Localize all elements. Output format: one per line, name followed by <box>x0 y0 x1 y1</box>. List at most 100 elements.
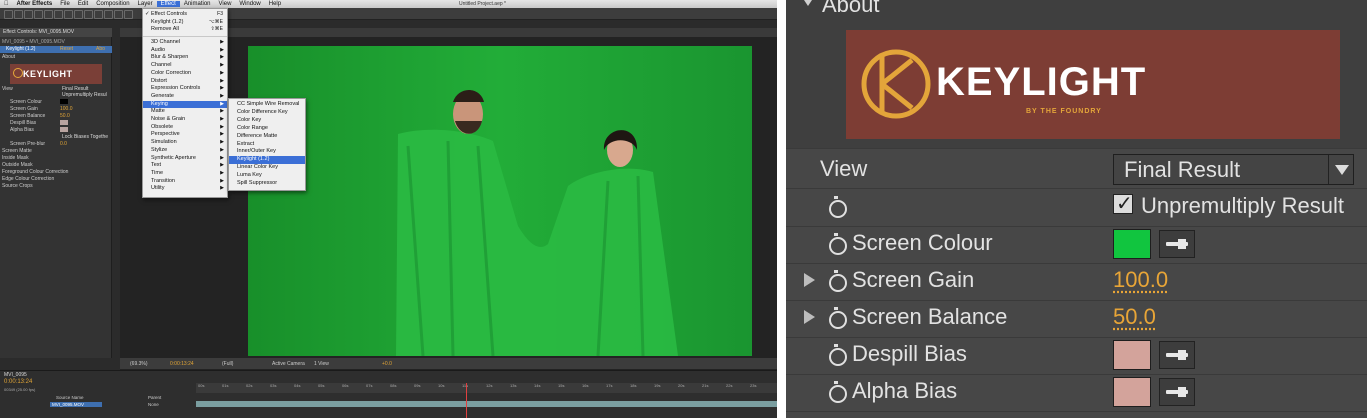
alpha-bias-swatch[interactable] <box>1113 377 1151 407</box>
exposure-value[interactable]: +0.0 <box>382 361 392 367</box>
menu-effect[interactable]: Effect <box>156 1 180 7</box>
magnification-dropdown[interactable]: (69.3%) <box>130 361 148 367</box>
selection-tool-icon[interactable] <box>4 10 13 19</box>
submenu-item-inner-outer-key[interactable]: Inner/Outer Key <box>229 148 305 156</box>
stopwatch-icon[interactable] <box>829 381 847 403</box>
menu-item-noise-grain[interactable]: Noise & Grain ▶ <box>143 116 227 124</box>
text-tool-icon[interactable] <box>74 10 83 19</box>
submenu-item-cc-simple-wire-removal[interactable]: CC Simple Wire Removal <box>229 101 305 109</box>
submenu-item-keylight[interactable]: Keylight (1.2) <box>229 156 305 164</box>
menu-item-color-correction[interactable]: Color Correction ▶ <box>143 70 227 78</box>
green-screen-footage[interactable] <box>248 46 752 356</box>
submenu-item-linear-color-key[interactable]: Linear Color Key <box>229 164 305 172</box>
submenu-item-color-difference-key[interactable]: Color Difference Key <box>229 109 305 117</box>
menu-app-name[interactable]: After Effects <box>13 1 57 7</box>
twirl-right-icon[interactable] <box>804 273 815 287</box>
view-dropdown[interactable]: Final Result <box>1113 154 1354 185</box>
timeline-timecode[interactable]: 0:00:13:24 <box>4 379 32 385</box>
eyedropper-icon[interactable] <box>1159 378 1195 406</box>
ec-screen-colour-swatch[interactable] <box>60 99 68 104</box>
camera-dropdown[interactable]: Active Camera <box>272 361 305 367</box>
screen-colour-swatch[interactable] <box>1113 229 1151 259</box>
clone-tool-icon[interactable] <box>94 10 103 19</box>
submenu-item-color-key[interactable]: Color Key <box>229 117 305 125</box>
ec-source-crops-group[interactable]: Source Crops <box>2 183 33 189</box>
hand-tool-icon[interactable] <box>14 10 23 19</box>
ec-despill-bias-swatch[interactable] <box>60 120 68 125</box>
menu-item-transition[interactable]: Transition ▶ <box>143 178 227 186</box>
resolution-dropdown[interactable]: (Full) <box>222 361 233 367</box>
menu-animation[interactable]: Animation <box>180 1 215 7</box>
menu-item-stylize[interactable]: Stylize ▶ <box>143 147 227 155</box>
menu-item-simulation[interactable]: Simulation ▶ <box>143 139 227 147</box>
menu-item-blur-sharpen[interactable]: Blur & Sharpen ▶ <box>143 54 227 62</box>
menu-item-matte[interactable]: Matte ▶ <box>143 108 227 116</box>
layer-name[interactable]: MVI_0095.MOV <box>50 402 102 407</box>
ec-screen-gain-value[interactable]: 100.0 <box>60 106 73 112</box>
menu-item-obsolete[interactable]: Obsolete ▶ <box>143 124 227 132</box>
unpremultiply-checkbox[interactable]: ✓ <box>1113 193 1133 215</box>
submenu-item-luma-key[interactable]: Luma Key <box>229 172 305 180</box>
brush-tool-icon[interactable] <box>84 10 93 19</box>
rotate-tool-icon[interactable] <box>34 10 43 19</box>
ec-edge-colour-correction-group[interactable]: Edge Colour Correction <box>2 176 54 182</box>
roto-tool-icon[interactable] <box>114 10 123 19</box>
submenu-item-color-range[interactable]: Color Range <box>229 125 305 133</box>
puppet-tool-icon[interactable] <box>124 10 133 19</box>
eraser-tool-icon[interactable] <box>104 10 113 19</box>
source-name-header[interactable]: Source Name <box>56 395 84 400</box>
viewer-timecode[interactable]: 0:00:13:24 <box>170 361 194 367</box>
screen-gain-value[interactable]: 100.0 <box>1113 267 1168 293</box>
ec-screen-balance-value[interactable]: 50.0 <box>60 113 70 119</box>
menu-item-synthetic-aperture[interactable]: Synthetic Aperture ▶ <box>143 155 227 163</box>
ec-alpha-bias-swatch[interactable] <box>60 127 68 132</box>
ec-outside-mask-group[interactable]: Outside Mask <box>2 162 33 168</box>
menu-window[interactable]: Window <box>235 1 264 7</box>
about-link[interactable]: Abo <box>96 46 105 53</box>
layer-parent-dropdown[interactable]: None <box>148 402 159 407</box>
effect-header-row[interactable]: Keylight (1.2) Reset Abo <box>0 46 112 53</box>
eyedropper-icon[interactable] <box>1159 341 1195 369</box>
about-twirl-down-icon[interactable] <box>800 0 816 6</box>
ec-unpremultiply-checkbox[interactable]: Unpremultiply Resul <box>62 92 107 98</box>
menu-item-perspective[interactable]: Perspective ▶ <box>143 131 227 139</box>
menu-item-text[interactable]: Text ▶ <box>143 162 227 170</box>
pan-behind-tool-icon[interactable] <box>54 10 63 19</box>
zoom-tool-icon[interactable] <box>24 10 33 19</box>
apple-icon[interactable]:  <box>0 1 13 7</box>
timeline-comp-tab[interactable]: MVI_0095 <box>4 372 27 378</box>
submenu-item-difference-matte[interactable]: Difference Matte <box>229 133 305 141</box>
menu-help[interactable]: Help <box>265 1 285 7</box>
pen-tool-icon[interactable] <box>64 10 73 19</box>
unpremultiply-label[interactable]: Unpremultiply Result <box>1141 193 1344 219</box>
menu-item-time[interactable]: Time ▶ <box>143 170 227 178</box>
layer-duration-bar[interactable] <box>196 401 777 407</box>
menu-view[interactable]: View <box>215 1 236 7</box>
about-section-label[interactable]: About <box>2 54 15 60</box>
menu-layer[interactable]: Layer <box>134 1 157 7</box>
stopwatch-icon[interactable] <box>829 270 847 292</box>
menu-item-remove-all[interactable]: Remove All ⇧⌘E <box>143 26 227 34</box>
stopwatch-icon[interactable] <box>829 196 847 218</box>
menu-item-distort[interactable]: Distort ▶ <box>143 78 227 86</box>
menu-item-channel[interactable]: Channel ▶ <box>143 62 227 70</box>
menu-item-expression-controls[interactable]: Expression Controls ▶ <box>143 85 227 93</box>
about-label[interactable]: About <box>822 0 880 18</box>
menu-item-3d-channel[interactable]: 3D Channel ▶ <box>143 39 227 47</box>
menu-item-keying[interactable]: Keying ▶ <box>143 100 227 109</box>
parent-header[interactable]: Parent <box>148 395 161 400</box>
menu-edit[interactable]: Edit <box>74 1 92 7</box>
time-ruler[interactable]: 00s 01s 02s 03s 04s 05s 06s 07s 08s 09s … <box>196 383 777 393</box>
screen-balance-value[interactable]: 50.0 <box>1113 304 1156 330</box>
twirl-right-icon[interactable] <box>804 310 815 324</box>
ec-foreground-colour-correction-group[interactable]: Foreground Colour Correction <box>2 169 68 175</box>
menu-file[interactable]: File <box>56 1 74 7</box>
camera-tool-icon[interactable] <box>44 10 53 19</box>
views-dropdown[interactable]: 1 View <box>314 361 329 367</box>
eyedropper-icon[interactable] <box>1159 230 1195 258</box>
menu-item-keylight[interactable]: Keylight (1.2) ⌥⌘E <box>143 19 227 27</box>
reset-link[interactable]: Reset <box>60 46 73 53</box>
effect-controls-tab[interactable]: Effect Controls: MVI_0095.MOV <box>0 28 112 37</box>
ec-screen-preblur-value[interactable]: 0.0 <box>60 141 67 147</box>
submenu-item-spill-suppressor[interactable]: Spill Suppressor <box>229 180 305 188</box>
